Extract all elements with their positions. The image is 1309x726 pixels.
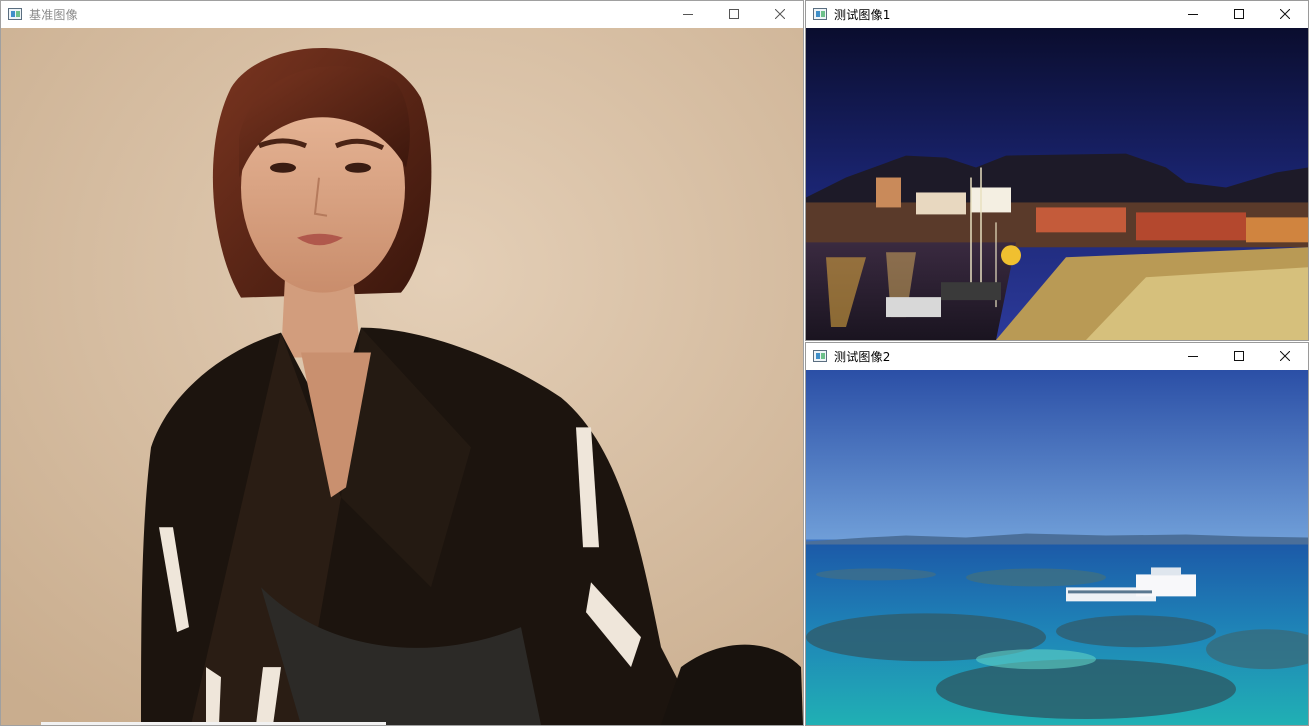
horizontal-scrollbar[interactable] [41, 722, 386, 725]
harbour-night-image [806, 28, 1308, 340]
app-icon [8, 8, 22, 20]
app-icon [813, 8, 827, 20]
window-title: 基准图像 [29, 7, 78, 22]
close-icon [1280, 351, 1290, 361]
maximize-button[interactable] [1216, 343, 1262, 369]
test-image-2-canvas [806, 370, 1308, 725]
close-button[interactable] [1262, 1, 1308, 27]
reference-image-canvas [1, 28, 803, 725]
close-button[interactable] [757, 1, 803, 27]
window-controls [665, 1, 803, 27]
maximize-button[interactable] [1216, 1, 1262, 27]
title-bar[interactable]: 测试图像1 [806, 1, 1308, 27]
minimize-icon [1188, 356, 1198, 357]
window-controls [1170, 1, 1308, 27]
close-icon [1280, 9, 1290, 19]
minimize-icon [1188, 14, 1198, 15]
maximize-icon [1234, 351, 1244, 361]
title-bar[interactable]: 测试图像2 [806, 343, 1308, 369]
window-controls [1170, 343, 1308, 369]
maximize-icon [1234, 9, 1244, 19]
minimize-button[interactable] [1170, 343, 1216, 369]
window-title: 测试图像2 [834, 349, 891, 364]
close-icon [775, 9, 785, 19]
test-image-2-window[interactable]: 测试图像2 [805, 342, 1309, 726]
test-image-1-canvas [806, 28, 1308, 340]
close-button[interactable] [1262, 343, 1308, 369]
maximize-icon [729, 9, 739, 19]
minimize-icon [683, 14, 693, 15]
portrait-image [1, 28, 803, 725]
window-title: 测试图像1 [834, 7, 891, 22]
title-bar[interactable]: 基准图像 [1, 1, 803, 27]
reference-image-window[interactable]: 基准图像 [0, 0, 804, 726]
reef-aerial-image [806, 370, 1308, 725]
maximize-button[interactable] [711, 1, 757, 27]
minimize-button[interactable] [665, 1, 711, 27]
test-image-1-window[interactable]: 测试图像1 [805, 0, 1309, 341]
minimize-button[interactable] [1170, 1, 1216, 27]
app-icon [813, 350, 827, 362]
